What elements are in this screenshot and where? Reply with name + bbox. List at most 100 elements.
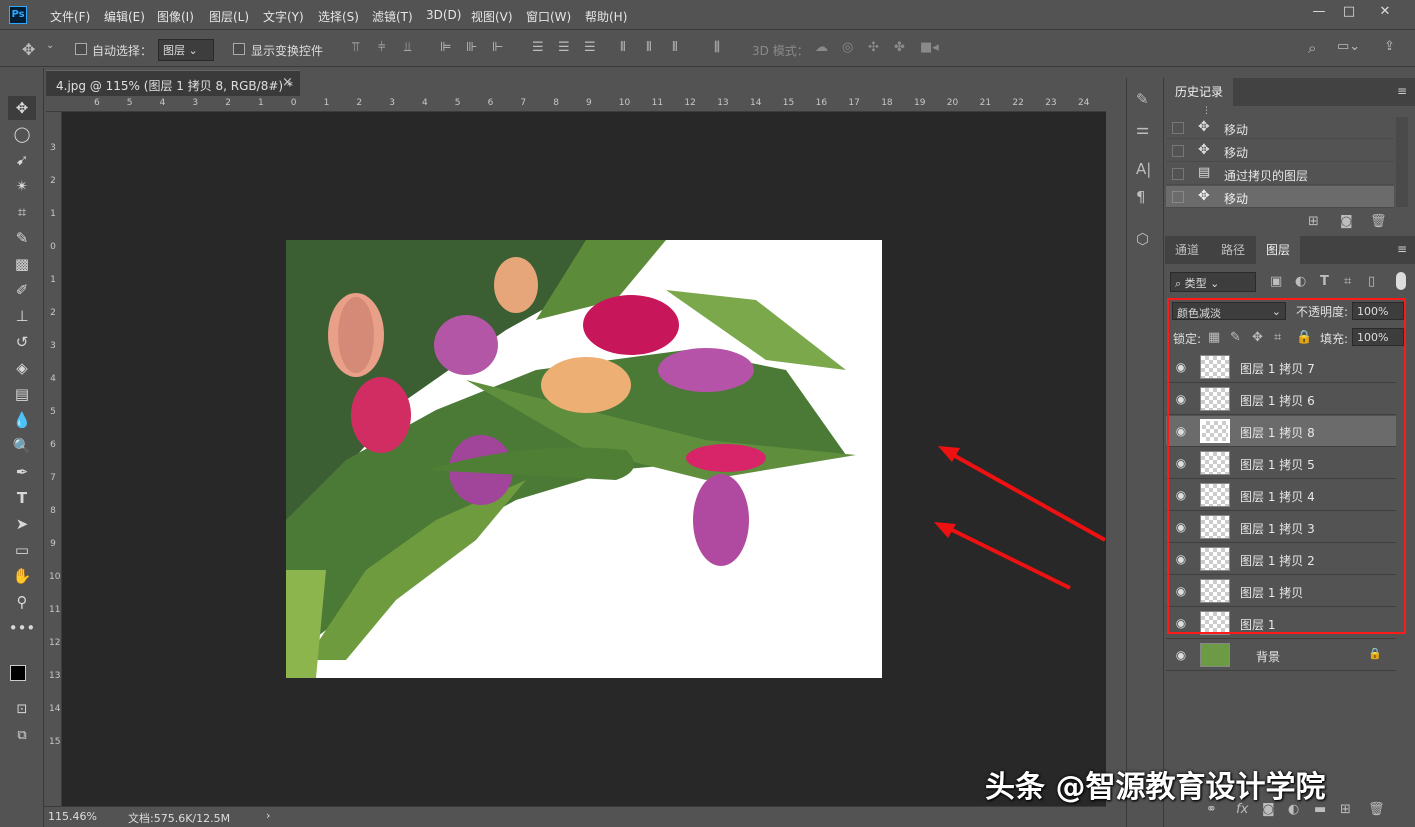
maximize-button[interactable]: □ — [1334, 2, 1364, 22]
snapshot-camera-icon[interactable]: ◙ — [1340, 214, 1353, 229]
visibility-eye-icon[interactable]: ◉ — [1174, 552, 1188, 566]
align-bottom-icon[interactable]: ⫫ — [404, 40, 411, 55]
layer-row[interactable]: ◉ 图层 1 拷贝 2 — [1166, 544, 1396, 575]
history-scrollbar[interactable] — [1396, 117, 1408, 207]
close-button[interactable]: ✕ — [1370, 2, 1400, 22]
filter-adjustment-icon[interactable]: ◐ — [1295, 274, 1306, 289]
document-tab[interactable]: 4.jpg @ 115% (图层 1 拷贝 8, RGB/8#) * × — [46, 70, 300, 96]
history-snapshot-checkbox[interactable] — [1172, 191, 1184, 203]
foreground-color-swatch[interactable] — [10, 665, 26, 681]
3d-orbit-icon[interactable]: ☁ — [815, 40, 828, 55]
3d-roll-icon[interactable]: ◎ — [842, 40, 853, 55]
lock-icon[interactable]: 🔒 — [1368, 647, 1382, 660]
filter-smart-object-icon[interactable]: ▯ — [1368, 274, 1375, 289]
visibility-eye-icon[interactable]: ◉ — [1174, 616, 1188, 630]
layer-row-selected[interactable]: ◉ 图层 1 拷贝 8 — [1166, 416, 1396, 447]
auto-select-dropdown[interactable]: 图层 ⌄ — [158, 39, 214, 61]
layer-filter-dropdown[interactable]: ⌕ 类型 ⌄ — [1170, 272, 1256, 292]
new-layer-icon[interactable]: ⊞ — [1340, 802, 1351, 817]
3d-pan-icon[interactable]: ✣ — [868, 40, 879, 55]
align-right-icon[interactable]: ⊩ — [492, 40, 503, 55]
share-icon[interactable]: ⇪ — [1384, 39, 1395, 54]
layer-row[interactable]: ◉ 图层 1 拷贝 — [1166, 576, 1396, 607]
screen-mode-icon[interactable]: ⧉ — [8, 724, 36, 748]
distribute-bottom-icon[interactable]: ☰ — [584, 40, 596, 55]
visibility-eye-icon[interactable]: ◉ — [1174, 456, 1188, 470]
align-vcenter-icon[interactable]: ⫩ — [378, 40, 385, 55]
move-tool-icon[interactable]: ✥ — [8, 96, 36, 120]
gradient-tool-icon[interactable]: ▤ — [8, 382, 36, 406]
path-select-icon[interactable]: ➤ — [8, 512, 36, 536]
lock-all-icon[interactable]: 🔒 — [1296, 330, 1312, 345]
3d-slide-icon[interactable]: ✤ — [894, 40, 905, 55]
menu-type[interactable]: 文字(Y) — [263, 8, 304, 25]
crop-tool-icon[interactable]: ⌗ — [8, 200, 36, 224]
layer-row[interactable]: ◉ 图层 1 拷贝 6 — [1166, 384, 1396, 415]
history-snapshot-checkbox[interactable] — [1172, 168, 1184, 180]
menu-select[interactable]: 选择(S) — [318, 8, 359, 25]
tab-paths[interactable]: 路径 — [1211, 236, 1255, 264]
history-item-current[interactable]: ✥ 移动 — [1166, 186, 1394, 208]
menu-image[interactable]: 图像(I) — [157, 8, 194, 25]
eyedropper-icon[interactable]: ✎ — [8, 226, 36, 250]
paragraph-panel-icon[interactable]: ¶ — [1136, 188, 1146, 206]
history-item[interactable]: ✥ 移动 — [1166, 140, 1394, 162]
healing-brush-icon[interactable]: ▩ — [8, 252, 36, 276]
filter-toggle[interactable] — [1396, 272, 1406, 290]
zoom-level[interactable]: 115.46% — [48, 810, 97, 823]
menu-help[interactable]: 帮助(H) — [585, 8, 627, 25]
history-item[interactable]: ✥ 移动 — [1166, 117, 1394, 139]
menu-edit[interactable]: 编辑(E) — [104, 8, 145, 25]
visibility-eye-icon[interactable]: ◉ — [1174, 392, 1188, 406]
align-left-icon[interactable]: ⊫ — [440, 40, 451, 55]
lock-pixels-icon[interactable]: ✎ — [1230, 330, 1241, 345]
brush-settings-icon[interactable]: ✎ — [1136, 90, 1149, 108]
history-brush-icon[interactable]: ↺ — [8, 330, 36, 354]
distribute-right-icon[interactable]: ⦀ — [672, 40, 678, 55]
menu-filter[interactable]: 滤镜(T) — [372, 8, 413, 25]
menu-layer[interactable]: 图层(L) — [209, 8, 249, 25]
panel-menu-icon[interactable]: ≡ — [1397, 242, 1407, 256]
show-transform-checkbox[interactable] — [233, 43, 245, 55]
distribute-left-icon[interactable]: ⦀ — [620, 40, 626, 55]
lock-artboard-icon[interactable]: ⌗ — [1274, 330, 1281, 345]
visibility-eye-icon[interactable]: ◉ — [1174, 488, 1188, 502]
3d-scale-icon[interactable]: ■◂ — [920, 40, 939, 55]
workspace-icon[interactable]: ▭⌄ — [1337, 39, 1360, 54]
trash-icon[interactable]: 🗑 — [1368, 802, 1385, 817]
visibility-eye-icon[interactable]: ◉ — [1174, 648, 1188, 662]
align-hcenter-icon[interactable]: ⊪ — [466, 40, 477, 55]
menu-file[interactable]: 文件(F) — [50, 8, 90, 25]
move-tool-icon[interactable]: ✥ — [22, 40, 35, 59]
type-tool-icon[interactable]: T — [8, 486, 36, 510]
new-document-from-state-icon[interactable]: ⊞ — [1308, 214, 1319, 229]
layer-row[interactable]: ◉ 图层 1 拷贝 7 — [1166, 352, 1396, 383]
fill-input[interactable]: 100% — [1352, 328, 1404, 346]
clone-stamp-icon[interactable]: ⊥ — [8, 304, 36, 328]
background-layer-row[interactable]: ◉ 背景 🔒 — [1166, 640, 1396, 671]
distribute-top-icon[interactable]: ☰ — [532, 40, 544, 55]
eraser-icon[interactable]: ◈ — [8, 356, 36, 380]
tab-layers[interactable]: 图层 — [1256, 236, 1301, 264]
menu-3d[interactable]: 3D(D) — [426, 8, 461, 22]
lock-transparent-icon[interactable]: ▦ — [1208, 330, 1220, 345]
adjustments-icon[interactable]: ⚌ — [1136, 120, 1149, 138]
trash-icon[interactable]: 🗑 — [1370, 214, 1387, 229]
character-panel-icon[interactable]: A| — [1136, 160, 1151, 178]
lock-position-icon[interactable]: ✥ — [1252, 330, 1263, 345]
auto-select-checkbox[interactable] — [75, 43, 87, 55]
chevron-down-icon[interactable]: ⌄ — [46, 40, 54, 51]
opacity-input[interactable]: 100% — [1352, 302, 1404, 320]
minimize-button[interactable]: — — [1304, 2, 1334, 22]
menu-window[interactable]: 窗口(W) — [526, 8, 571, 25]
more-tools-icon[interactable]: ••• — [8, 616, 36, 640]
pen-tool-icon[interactable]: ✒ — [8, 460, 36, 484]
tab-channels[interactable]: 通道 — [1165, 236, 1209, 264]
distribute-hcenter-icon[interactable]: ⦀ — [646, 40, 652, 55]
quick-mask-icon[interactable]: ⊡ — [8, 698, 36, 722]
panel-menu-icon[interactable]: ≡ — [1397, 84, 1407, 98]
search-icon[interactable]: ⌕ — [1308, 39, 1316, 57]
align-top-icon[interactable]: ⫪ — [352, 40, 359, 55]
layer-row[interactable]: ◉ 图层 1 — [1166, 608, 1396, 639]
history-item[interactable]: ▤ 通过拷贝的图层 — [1166, 163, 1394, 185]
